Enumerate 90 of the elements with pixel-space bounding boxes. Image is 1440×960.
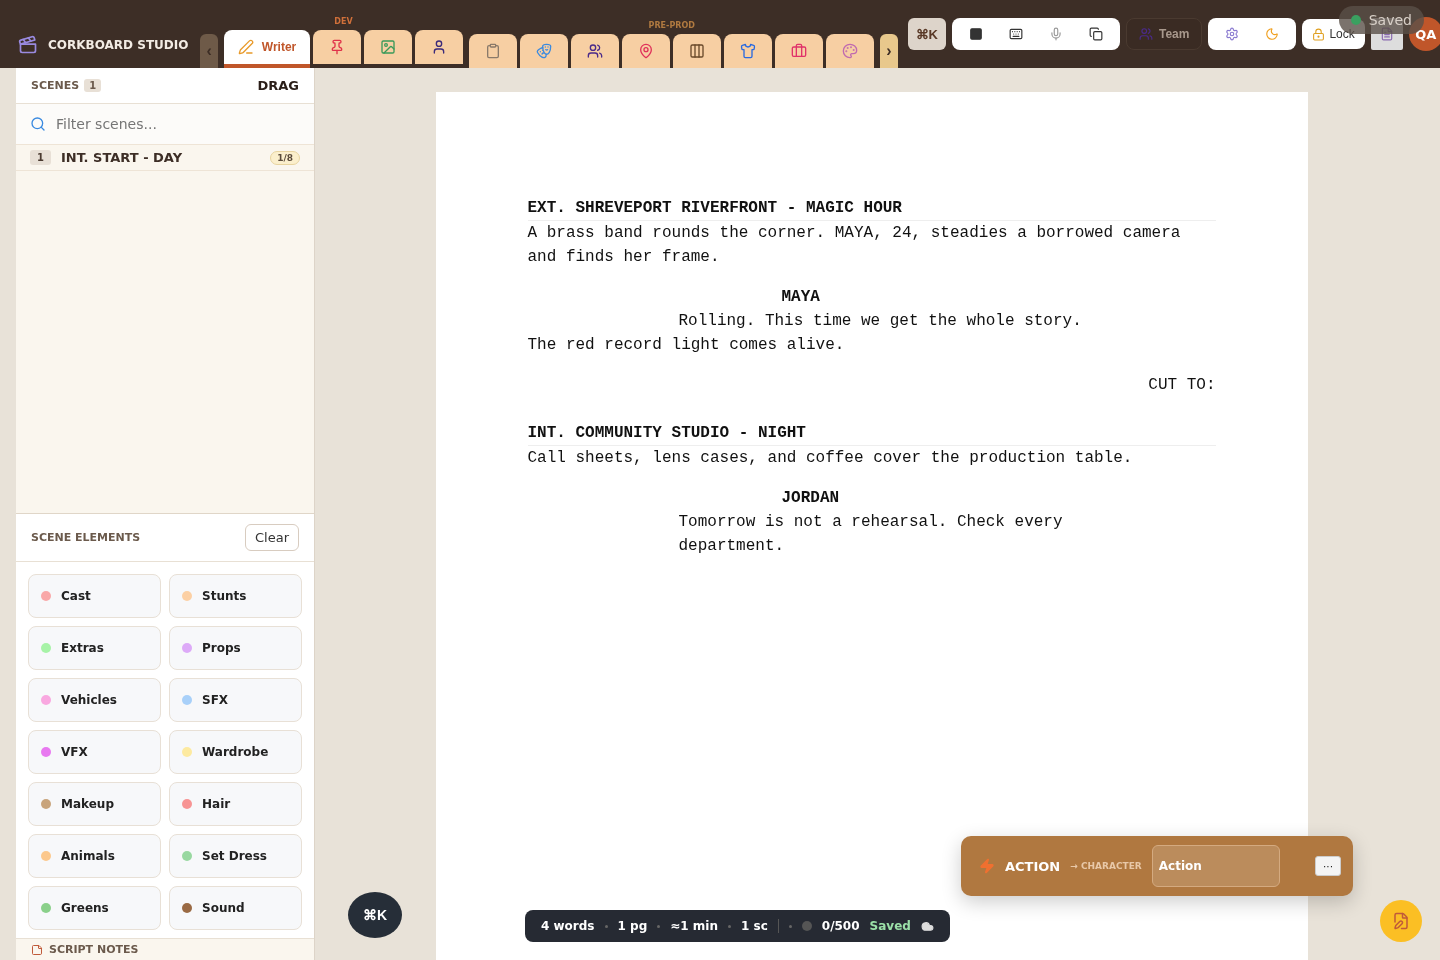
tab[interactable] xyxy=(520,34,569,68)
element-button[interactable]: Extras xyxy=(28,626,161,670)
map-pin-icon xyxy=(638,43,655,59)
columns-icon xyxy=(689,43,706,59)
element-button[interactable]: Greens xyxy=(28,886,161,930)
element-button[interactable]: Makeup xyxy=(28,782,161,826)
element-button[interactable]: Set Dress xyxy=(169,834,302,878)
character-count: 0/500 xyxy=(821,919,860,933)
element-button[interactable]: Animals xyxy=(28,834,161,878)
edit-document-icon xyxy=(1392,912,1410,930)
masks-icon xyxy=(536,43,553,59)
tab[interactable] xyxy=(775,34,824,68)
dialogue-text: Tomorrow is not a rehearsal. Check every department. xyxy=(677,512,1064,557)
clear-button[interactable]: Clear xyxy=(245,524,299,551)
cloud-icon xyxy=(920,919,934,933)
character-name: JORDAN xyxy=(780,488,841,509)
filter-field[interactable]: Filter scenes... xyxy=(16,104,314,145)
transition-text: CUT TO: xyxy=(1147,375,1216,396)
picture-icon xyxy=(380,39,397,55)
section-title: SCENES xyxy=(31,79,80,92)
element-button[interactable]: Sound xyxy=(169,886,302,930)
tab[interactable]: Writer xyxy=(223,30,311,68)
people-icon xyxy=(1138,27,1153,41)
section-title: SCRIPT NOTES xyxy=(49,943,139,956)
tab[interactable] xyxy=(622,34,671,68)
scene-number: 1 xyxy=(30,150,51,165)
section-title: SCENE ELEMENTS xyxy=(31,531,141,544)
moon-icon xyxy=(1265,27,1280,41)
palette-icon xyxy=(842,43,859,59)
keyboard-icon xyxy=(1008,27,1023,41)
settings-icon xyxy=(1225,27,1240,41)
expand-button[interactable]: › xyxy=(880,34,898,68)
search-icon xyxy=(30,116,46,132)
floating-command-button[interactable]: ⌘K xyxy=(348,892,402,938)
pen-icon xyxy=(237,39,254,55)
element-button[interactable]: Wardrobe xyxy=(169,730,302,774)
tab[interactable] xyxy=(469,34,518,68)
status-dot xyxy=(801,921,812,931)
scene-count: 1 xyxy=(84,79,102,92)
clipboard-icon xyxy=(485,43,502,59)
element-button[interactable]: VFX xyxy=(28,730,161,774)
next-element: → CHARACTER xyxy=(1070,861,1142,871)
current-element: ACTION xyxy=(1005,858,1061,874)
lightning-icon xyxy=(979,858,995,874)
tab[interactable] xyxy=(826,34,875,68)
note-icon xyxy=(31,943,43,956)
command-button[interactable]: ⌘K xyxy=(907,18,946,50)
status-item: 1 sc xyxy=(741,919,768,933)
tab[interactable] xyxy=(724,34,773,68)
scene-row[interactable]: 1 INT. START - DAY 1/8 xyxy=(16,145,314,171)
tab[interactable] xyxy=(313,30,362,64)
status-item: 4 words xyxy=(541,919,595,933)
people-icon xyxy=(587,43,604,59)
action-text: The red record light comes alive. xyxy=(527,335,846,356)
microphone-icon xyxy=(1048,27,1063,41)
status-item: 1 pg xyxy=(617,919,648,933)
briefcase-icon xyxy=(791,43,808,59)
dress-icon xyxy=(740,43,757,59)
element-button[interactable]: SFX xyxy=(169,678,302,722)
status-item: ≈1 min xyxy=(670,919,718,933)
saved-status: Saved xyxy=(869,919,911,933)
tab[interactable] xyxy=(415,30,464,64)
app-title: CORKBOARD STUDIO xyxy=(48,38,189,52)
tab[interactable] xyxy=(364,30,413,64)
tab[interactable] xyxy=(571,34,620,68)
tab-group-label: DEV xyxy=(334,17,353,26)
lock-icon xyxy=(1312,27,1326,41)
page-length: 1/8 xyxy=(270,150,300,165)
scene-heading: INT. START - DAY xyxy=(60,150,184,165)
scene-heading: INT. COMMUNITY STUDIO - NIGHT xyxy=(527,421,1216,446)
element-button[interactable]: Hair xyxy=(169,782,302,826)
tab[interactable] xyxy=(673,34,722,68)
action-text: A brass band rounds the corner. MAYA, 24, steadies a borrowed camera and finds her frame. xyxy=(527,223,1182,268)
character-name: MAYA xyxy=(780,287,821,308)
dialogue-text: Rolling. This time we get the whole story. xyxy=(677,311,1083,332)
element-button[interactable]: Props xyxy=(169,626,302,670)
element-button[interactable]: Cast xyxy=(28,574,161,618)
filter-input[interactable]: Filter scenes... xyxy=(54,115,300,133)
action-text: Call sheets, lens cases, and coffee cover the production table. xyxy=(527,448,1134,469)
clapperboard-icon xyxy=(18,35,38,55)
drag-label: DRAG xyxy=(257,78,299,93)
team-button[interactable]: Team xyxy=(1125,18,1203,50)
square-icon xyxy=(968,27,983,41)
scene-heading: EXT. SHREVEPORT RIVERFRONT - MAGIC HOUR xyxy=(527,196,1216,221)
element-button[interactable]: Stunts xyxy=(169,574,302,618)
notes-button[interactable] xyxy=(1380,900,1422,942)
more-button[interactable]: ··· xyxy=(1315,856,1341,876)
tab-group-label: PRE-PROD xyxy=(648,21,695,30)
copy-icon xyxy=(1088,27,1103,41)
element-button[interactable]: Vehicles xyxy=(28,678,161,722)
